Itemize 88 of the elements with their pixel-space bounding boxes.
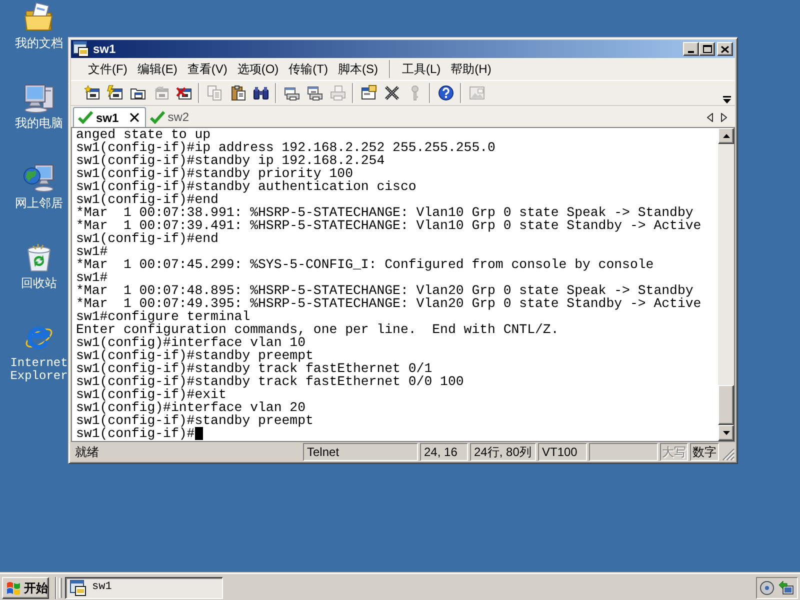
copy-icon [206,85,222,101]
network-computer-icon[interactable] [23,162,55,194]
tab[interactable]: sw1 [73,107,146,127]
scroll-up-button[interactable] [718,128,734,144]
binoculars-icon [252,85,268,101]
scrollbar-thumb[interactable] [718,385,734,425]
terminal-line: sw1(config-if)#standby authentication cisco [76,180,416,193]
terminal-line: sw1(config-if)#standby track fastEthernet 0/1 [76,362,432,375]
scroll-down-button[interactable] [718,425,734,441]
menu-item[interactable]: 选项(O) [232,60,284,78]
window-icon [70,580,86,596]
terminal-line: sw1(config)#interface vlan 10 [76,336,306,349]
terminal-line: *Mar 1 00:07:39.491: %HSRP-5-STATECHANGE: Vlan10 Grp 0 state Standby -> Active [76,219,702,232]
terminal-line: sw1(config-if)#standby priority 100 [76,167,353,180]
menu-item[interactable]: 文件(F) [83,60,132,78]
status-pane: VT100 [538,443,587,461]
terminal-line: sw1(config-if)#ip address 192.168.2.252 255.255.255.0 [76,141,496,154]
disc-icon[interactable] [760,580,774,594]
terminal-line: *Mar 1 00:07:48.895: %HSRP-5-STATECHANGE: Vlan20 Grp 0 state Speak -> Standby [76,284,694,297]
status-pane: 24, 16 [420,443,468,461]
picture-icon [468,85,484,101]
window-arrows-icon [152,85,168,101]
printer-window-icon [284,85,300,101]
terminal-line: sw1#configure terminal [76,310,250,323]
terminal-line: *Mar 1 00:07:49.395: %HSRP-5-STATECHANGE: Vlan20 Grp 0 state Standby -> Active [76,297,702,310]
terminal-line: Enter configuration commands, one per line. End with CNTL/Z. [76,323,559,336]
desktop-icon-label[interactable]: Internet Explorer [7,357,71,383]
terminal-line: sw1(config)#interface vlan 20 [76,401,306,414]
terminal-line: sw1(config-if)#standby preempt [76,349,314,362]
up-arrow-icon [722,134,730,138]
computer-icon[interactable] [23,82,55,114]
window-star-icon [84,85,100,101]
desktop-icon-label[interactable]: 网上邻居 [15,197,63,210]
desktop-icon-label[interactable]: 我的电脑 [15,117,63,130]
close-button[interactable] [717,42,733,56]
help-icon [438,85,454,101]
menu-item[interactable]: 工具(L) [396,60,446,78]
terminal-line: sw1(config-if)#exit [76,388,226,401]
tools-icon [384,85,400,101]
terminal-line: sw1(config-if)#end [76,193,218,206]
menu-item[interactable]: 脚本(S) [332,60,383,78]
desktop-icon-label[interactable]: 回收站 [21,277,57,290]
terminal-line: sw1(config-if)#standby preempt [76,414,314,427]
down-arrow-icon [722,431,730,435]
terminal-line: sw1(config-if)#standby ip 192.168.2.254 [76,154,385,167]
maximize-button[interactable] [699,42,715,56]
minimize-icon [688,51,694,53]
status-pane: 24行, 80列 [470,443,536,461]
status-pane: Telnet [303,443,418,461]
resize-grip-icon[interactable] [721,447,735,461]
computer-arrow-icon[interactable] [778,580,794,596]
status-indicator: 数字 [690,443,719,461]
terminal-line: sw1(config-if)#end [76,232,218,245]
paste-icon [230,85,246,101]
window-form-icon [360,85,376,101]
left-triangle-icon[interactable] [707,112,713,122]
terminal-line: *Mar 1 00:07:45.299: %SYS-5-CONFIG_I: Configured from console by console [76,258,654,271]
window-lightning-icon [106,85,122,101]
status-message: 就绪 [75,445,99,459]
tab[interactable]: sw2 [146,107,196,127]
maximize-icon [702,45,712,53]
window-icon [73,41,89,57]
menu-item[interactable]: 查看(V) [182,60,232,78]
menu-item[interactable]: 帮助(H) [446,60,496,78]
chevron-icon[interactable] [723,96,731,104]
flag-icon [6,580,22,594]
right-triangle-icon[interactable] [721,112,727,122]
terminal-line: sw1# [76,271,108,284]
close-icon[interactable] [130,113,139,122]
close-icon [721,46,729,52]
window-cross-icon [176,85,192,101]
menu-item[interactable]: 传输(T) [284,60,333,78]
window-title: sw1 [93,42,116,56]
minimize-button[interactable] [683,42,699,56]
printer-icon [330,85,346,101]
terminal-line: anged state to up [76,128,211,141]
terminal-line: sw1# [76,245,108,258]
start-button[interactable]: 开始 [2,576,49,598]
tab-label[interactable]: sw2 [168,110,190,124]
taskbar-button[interactable]: sw1 [65,576,223,598]
tab-label[interactable]: sw1 [96,110,119,124]
desktop-icon-label[interactable]: 我的文档 [15,37,63,50]
terminal-line: sw1(config-if)#standby track fastEthernet 0/0 100 [76,375,464,388]
terminal-line: *Mar 1 00:07:38.991: %HSRP-5-STATECHANGE: Vlan10 Grp 0 state Speak -> Standby [76,206,694,219]
printer-window-icon [306,85,322,101]
status-indicator: 大写 [660,443,688,461]
menu-item[interactable]: 编辑(E) [132,60,182,78]
terminal-line: sw1(config-if)# [76,427,195,440]
